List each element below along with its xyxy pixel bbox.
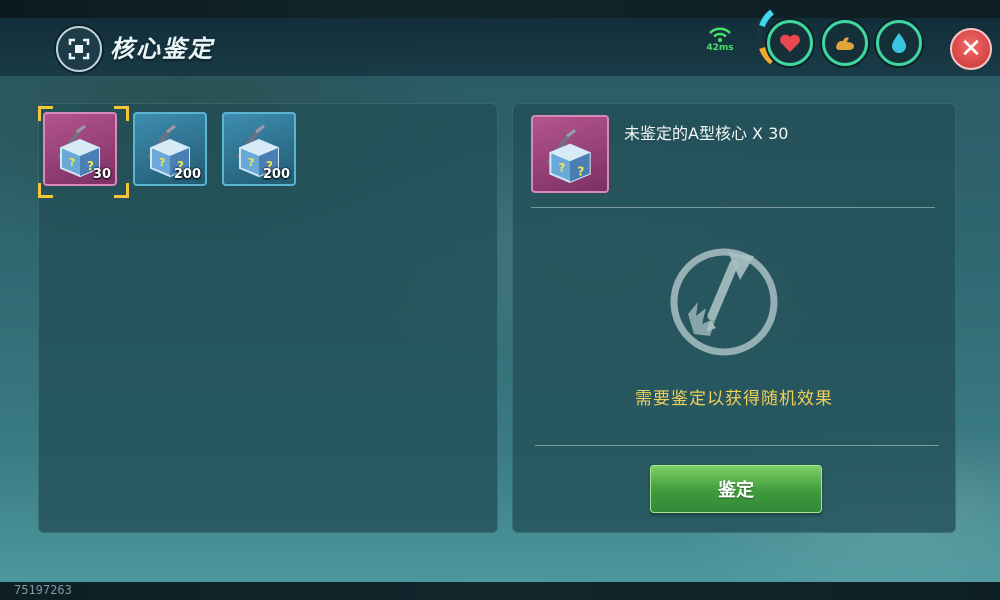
network-status: 42ms [702,26,738,56]
strength-stat[interactable] [822,20,868,66]
bottom-strip [0,582,1000,600]
top-strip [0,0,1000,18]
heart-icon [780,34,800,52]
divider [531,207,935,208]
svg-text:?: ? [577,164,584,179]
ping-label: 42ms [706,43,734,53]
water-stat[interactable] [876,20,922,66]
svg-text:?: ? [559,161,566,175]
svg-text:?: ? [248,156,254,169]
water-drop-icon [892,33,906,53]
scan-core-icon [56,26,102,72]
player-uid: 75197263 [14,583,72,597]
inventory-slot[interactable]: ? ? 200 [133,112,207,186]
inventory-slot[interactable]: ? ? 30 [43,112,117,186]
close-button[interactable]: ✕ [950,28,992,70]
svg-text:?: ? [69,156,75,169]
selected-item-icon: ? ? [531,115,609,193]
item-count: 30 [92,167,111,182]
close-icon: ✕ [960,34,982,64]
unidentified-core-emblem-icon [670,248,778,356]
identify-hint: 需要鉴定以获得随机效果 [635,389,833,409]
page-title: 核心鉴定 [110,35,214,63]
identify-button[interactable]: 鉴定 [650,465,822,513]
core-cube-icon: ? ? [546,128,591,184]
arm-strength-icon [836,37,854,50]
selected-item-name: 未鉴定的A型核心 X 30 [624,124,789,143]
svg-text:?: ? [159,156,165,169]
divider [535,445,939,446]
item-count: 200 [173,167,201,182]
health-stat[interactable] [767,20,813,66]
wifi-icon [709,27,731,42]
inventory-slot[interactable]: ? ? 200 [222,112,296,186]
item-count: 200 [262,167,290,182]
